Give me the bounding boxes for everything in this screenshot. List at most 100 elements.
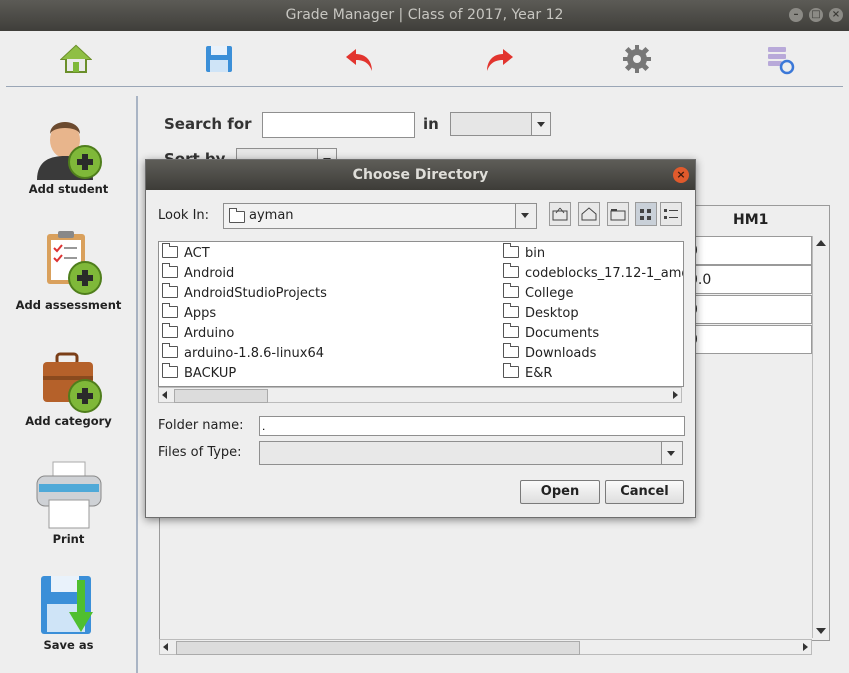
- main-toolbar: [0, 31, 849, 87]
- add-student-icon: [36, 122, 102, 180]
- search-column-select[interactable]: [450, 112, 551, 136]
- search-in-label: in: [423, 115, 439, 133]
- folder-icon: [162, 243, 178, 258]
- list-item[interactable]: College: [503, 283, 574, 304]
- table-cell[interactable]: 0: [680, 295, 812, 324]
- open-button[interactable]: Open: [520, 480, 600, 504]
- new-folder-icon: [610, 209, 626, 221]
- list-item[interactable]: Documents: [503, 323, 599, 344]
- settings-icon[interactable]: [621, 43, 653, 75]
- print-button[interactable]: Print: [0, 460, 137, 546]
- cancel-button[interactable]: Cancel: [605, 480, 684, 504]
- maximize-button[interactable]: □: [809, 8, 823, 22]
- search-for-label: Search for: [164, 115, 252, 133]
- print-label: Print: [52, 532, 85, 546]
- folder-icon: [503, 243, 519, 258]
- table-vertical-scrollbar[interactable]: [812, 236, 829, 638]
- list-item[interactable]: E&R: [503, 363, 552, 384]
- table-cell[interactable]: 0: [680, 236, 812, 265]
- choose-directory-dialog: Choose Directory × Look In: ayman ACT An…: [145, 159, 696, 518]
- folder-icon: [503, 303, 519, 318]
- folder-name-label: Folder name:: [158, 418, 244, 433]
- redo-icon[interactable]: [483, 43, 515, 75]
- list-item[interactable]: AndroidStudioProjects: [162, 283, 327, 304]
- files-of-type-label: Files of Type:: [158, 445, 242, 460]
- list-item[interactable]: Arduino: [162, 323, 234, 344]
- window-titlebar: Grade Manager | Class of 2017, Year 12 –…: [0, 0, 849, 31]
- folder-up-icon: [552, 207, 568, 221]
- list-item[interactable]: codeblocks_17.12-1_amd: [503, 263, 683, 284]
- add-assessment-icon: [46, 231, 102, 295]
- file-list-scrollbar[interactable]: [158, 387, 682, 403]
- scroll-right-icon[interactable]: [673, 391, 678, 399]
- folder-icon: [162, 323, 178, 338]
- window-title: Grade Manager | Class of 2017, Year 12: [285, 7, 564, 23]
- list-view-button[interactable]: [635, 202, 657, 226]
- list-view-icon: [640, 209, 651, 220]
- table-cell[interactable]: 0.0: [680, 265, 812, 294]
- scroll-left-icon[interactable]: [163, 643, 168, 651]
- dialog-close-button[interactable]: ×: [673, 167, 689, 183]
- folder-icon: [503, 363, 519, 378]
- look-in-label: Look In:: [158, 208, 210, 223]
- table-header-hm1[interactable]: HM1: [733, 212, 768, 228]
- up-one-level-button[interactable]: [549, 202, 571, 226]
- folder-icon: [162, 343, 178, 358]
- scroll-thumb[interactable]: [174, 389, 268, 403]
- scroll-right-icon[interactable]: [803, 643, 808, 651]
- chevron-down-icon: [515, 204, 536, 228]
- look-in-select[interactable]: ayman: [223, 203, 537, 229]
- chevron-down-icon: [661, 442, 682, 464]
- close-window-button[interactable]: ×: [829, 8, 843, 22]
- undo-icon[interactable]: [344, 43, 376, 75]
- folder-icon: [503, 343, 519, 358]
- scroll-left-icon[interactable]: [162, 391, 167, 399]
- list-item[interactable]: Apps: [162, 303, 216, 324]
- folder-icon: [503, 263, 519, 278]
- add-assessment-button[interactable]: Add assessment: [0, 228, 137, 312]
- details-view-button[interactable]: [660, 202, 682, 226]
- add-assessment-label: Add assessment: [15, 298, 122, 312]
- save-as-icon: [40, 576, 93, 634]
- add-student-button[interactable]: Add student: [0, 112, 137, 196]
- folder-icon: [162, 263, 178, 278]
- home-icon[interactable]: [60, 43, 92, 75]
- list-item[interactable]: bin: [503, 243, 545, 264]
- home-folder-button[interactable]: [578, 202, 600, 226]
- folder-icon: [503, 283, 519, 298]
- save-icon[interactable]: [203, 43, 235, 75]
- add-category-button[interactable]: Add category: [0, 350, 137, 428]
- file-list[interactable]: ACT Android AndroidStudioProjects Apps A…: [158, 241, 684, 387]
- save-as-button[interactable]: Save as: [0, 574, 137, 652]
- list-item[interactable]: arduino-1.8.6-linux64: [162, 343, 324, 364]
- search-input[interactable]: [262, 112, 415, 138]
- chevron-down-icon: [531, 113, 550, 135]
- folder-icon: [229, 208, 245, 223]
- scroll-down-icon[interactable]: [816, 628, 826, 634]
- dialog-title: Choose Directory: [352, 167, 489, 183]
- look-in-value: ayman: [249, 208, 294, 223]
- table-horizontal-scrollbar[interactable]: [159, 639, 812, 655]
- refresh-list-icon[interactable]: [764, 43, 796, 75]
- home-icon: [581, 207, 597, 221]
- list-item[interactable]: Android: [162, 263, 234, 284]
- scroll-up-icon[interactable]: [816, 240, 826, 246]
- folder-name-input[interactable]: [259, 416, 685, 436]
- add-category-icon: [42, 352, 102, 413]
- folder-icon: [162, 303, 178, 318]
- scroll-thumb[interactable]: [176, 641, 580, 655]
- list-item[interactable]: Desktop: [503, 303, 579, 324]
- save-as-label: Save as: [43, 638, 94, 652]
- toolbar-separator: [6, 86, 843, 87]
- list-item[interactable]: Downloads: [503, 343, 596, 364]
- minimize-button[interactable]: –: [789, 8, 803, 22]
- printer-icon: [36, 461, 101, 529]
- dialog-titlebar: Choose Directory ×: [146, 160, 695, 190]
- table-cell[interactable]: 0: [680, 325, 812, 354]
- list-item[interactable]: BACKUP: [162, 363, 236, 384]
- details-view-icon: [664, 209, 678, 219]
- new-folder-button[interactable]: [607, 202, 629, 226]
- files-of-type-select[interactable]: [259, 441, 683, 465]
- list-item[interactable]: ACT: [162, 243, 210, 264]
- add-student-label: Add student: [28, 182, 109, 196]
